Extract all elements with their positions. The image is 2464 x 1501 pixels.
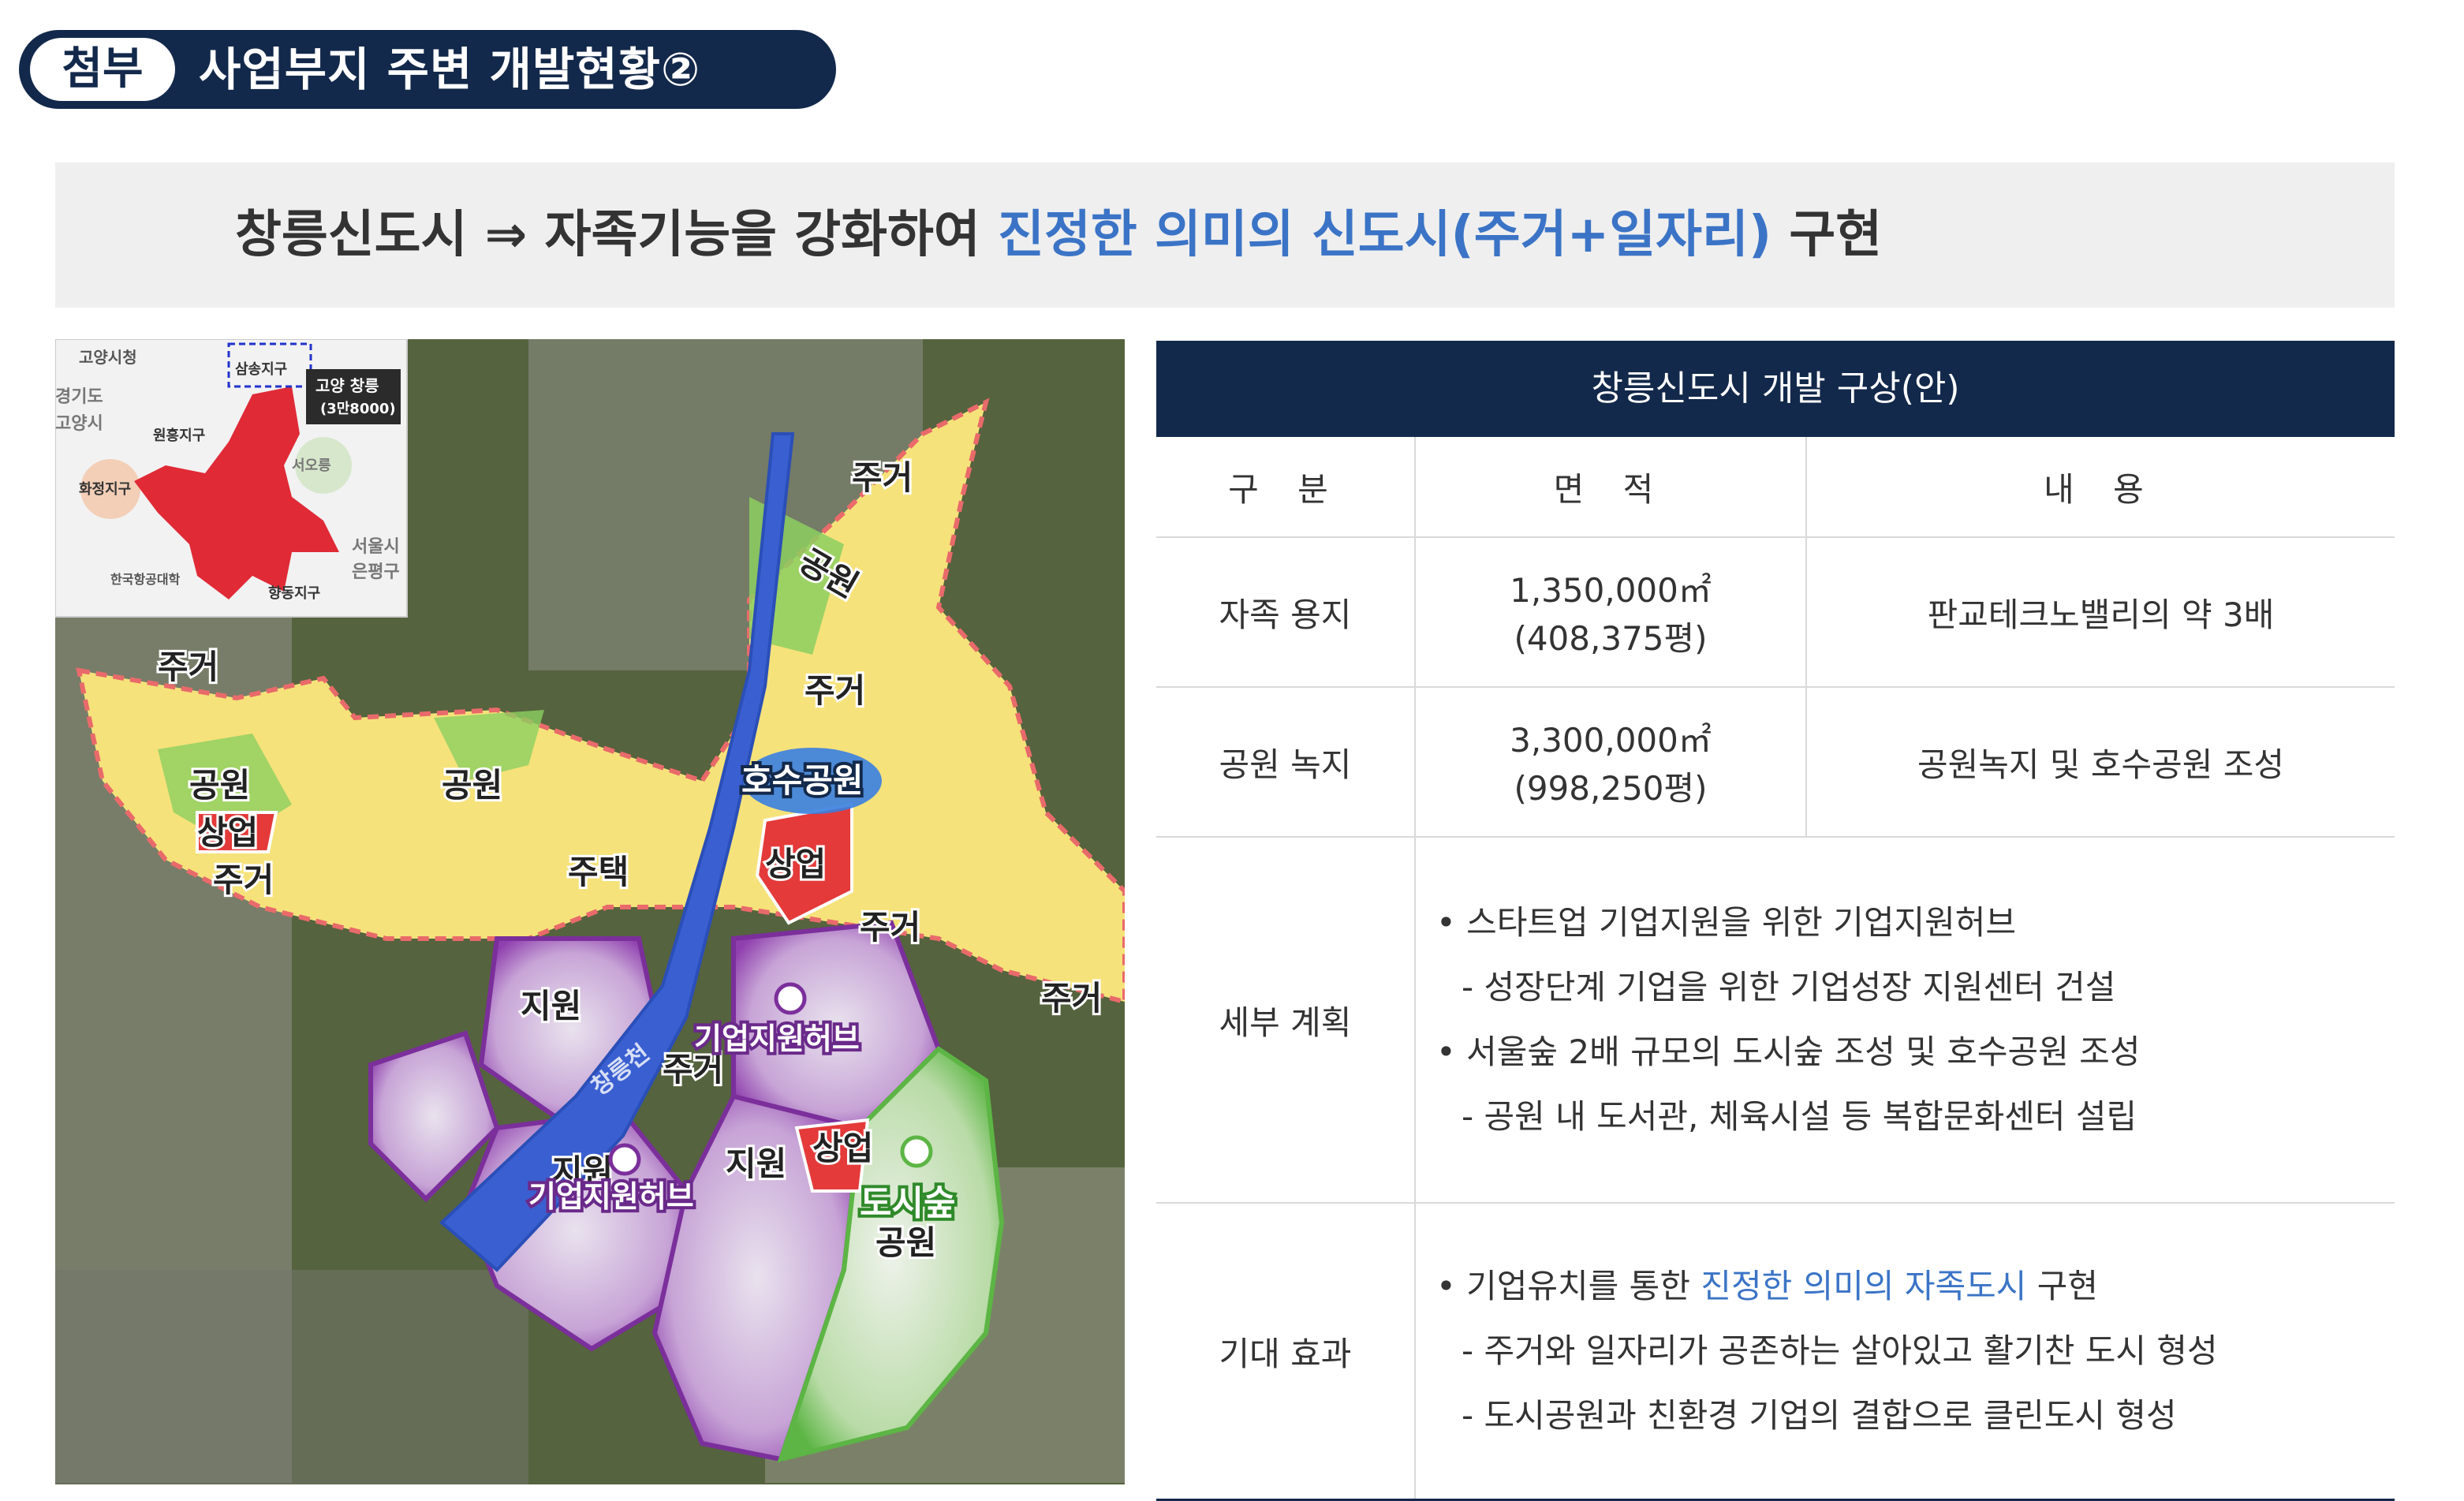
area-land-pyeong: (408,375평)	[1514, 619, 1708, 658]
area-land-sqm: 1,350,000㎡	[1510, 571, 1712, 610]
label-housing-4: 주거	[213, 861, 274, 899]
row-area-land: 1,350,000㎡ (408,375평)	[1414, 537, 1806, 688]
table-row: 자족 용지 1,350,000㎡ (408,375평) 판교테크노밸리의 약 3배	[1156, 537, 2395, 688]
inset-label-gyeonggi: 경기도	[55, 387, 103, 407]
urban-area-southwest	[55, 1270, 528, 1484]
area-park-sqm: 3,300,000㎡	[1510, 721, 1712, 760]
row-content-detail: • 스타트업 기업지원을 위한 기업지원허브 - 성장단계 기업을 위한 기업성…	[1414, 837, 2395, 1204]
effect-line-1-end: 구현	[2026, 1267, 2099, 1305]
row-label-effect: 기대 효과	[1156, 1203, 1415, 1501]
effect-line-3: - 도시공원과 친환경 기업의 결합으로 클린도시 형성	[1462, 1396, 2177, 1435]
label-city-forest: 도시숲	[860, 1183, 955, 1223]
label-commercial-1: 상업	[197, 813, 258, 852]
detail-line-2: - 성장단계 기업을 위한 기업성장 지원센터 건설	[1462, 968, 2116, 1006]
page-title: 사업부지 주변 개발현황②	[199, 43, 701, 96]
row-content-land: 판교테크노밸리의 약 3배	[1805, 537, 2395, 688]
forest-marker	[900, 1135, 933, 1168]
label-park-3: 공원	[442, 766, 502, 805]
plan-table: 구 분 면 적 내 용 자족 용지 1,350,000㎡ (408,375평) 판…	[1156, 437, 2395, 1501]
inset-label-aerospace-univ: 한국항공대학	[110, 572, 181, 587]
label-housing-1: 주거	[852, 458, 913, 497]
banner-text-part2: 구현	[1771, 206, 1883, 264]
label-support-2: 지원	[726, 1144, 786, 1183]
area-park-pyeong: (998,250평)	[1514, 769, 1708, 808]
label-house: 주택	[568, 853, 629, 891]
table-title: 창릉신도시 개발 구상(안)	[1156, 341, 2395, 437]
table-row: 기대 효과 • 기업유치를 통한 진정한 의미의 자족도시 구현 - 주거와 일…	[1156, 1203, 2395, 1501]
row-label-land: 자족 용지	[1156, 537, 1415, 688]
detail-line-1: • 스타트업 기업지원을 위한 기업지원허브	[1436, 903, 2017, 942]
label-park-2: 공원	[189, 766, 250, 805]
banner-text-part1: 창릉신도시 ⇒ 자족기능을 강화하여	[235, 206, 999, 264]
inset-label-seoul: 서울시	[352, 537, 400, 557]
effect-line-1: • 기업유치를 통한 진정한 의미의 자족도시 구현	[1436, 1254, 2394, 1319]
label-commercial-2: 상업	[765, 845, 826, 883]
development-plan-table: 창릉신도시 개발 구상(안) 구 분 면 적 내 용 자족 용지 1,350,0…	[1156, 341, 2395, 1501]
row-content-park: 공원녹지 및 호수공원 조성	[1805, 687, 2395, 838]
label-commercial-3: 상업	[812, 1129, 873, 1167]
hub-marker-1	[774, 982, 807, 1015]
label-housing-5: 주거	[860, 908, 920, 947]
banner-text: 창릉신도시 ⇒ 자족기능을 강화하여 진정한 의미의 신도시(주거+일자리) 구…	[235, 162, 1882, 308]
table-row: 세부 계획 • 스타트업 기업지원을 위한 기업지원허브 - 성장단계 기업을 …	[1156, 837, 2395, 1204]
effect-line-2: - 주거와 일자리가 공존하는 살아있고 활기찬 도시 형성	[1462, 1331, 2218, 1370]
col-content: 내 용	[1805, 437, 2395, 538]
label-housing-2: 주거	[805, 671, 865, 710]
col-category: 구 분	[1156, 437, 1415, 538]
inset-label-seooreung: 서오릉	[292, 457, 331, 474]
hub-marker-2	[608, 1143, 641, 1176]
row-label-detail: 세부 계획	[1156, 837, 1415, 1204]
row-area-park: 3,300,000㎡ (998,250평)	[1414, 687, 1806, 838]
banner-highlight: 진정한 의미의 신도시(주거+일자리)	[998, 206, 1772, 264]
row-content-effect: • 기업유치를 통한 진정한 의미의 자족도시 구현 - 주거와 일자리가 공존…	[1414, 1203, 2395, 1501]
label-park-4: 공원	[875, 1223, 936, 1262]
inset-label-samsong: 삼송지구	[235, 361, 287, 378]
detail-line-4: - 공원 내 도서관, 체육시설 등 복합문화센터 설립	[1462, 1097, 2137, 1136]
map-graphic: 고양시청 삼송지구 고양 창릉 (3만8000) 경기도 고양시 원흥지구 서오…	[55, 339, 1125, 1484]
row-label-park: 공원 녹지	[1156, 687, 1415, 838]
label-hub-2: 기업지원허브	[528, 1179, 694, 1214]
effect-line-1-start: • 기업유치를 통한	[1436, 1267, 1701, 1305]
inset-label-goyang: 고양시	[55, 414, 103, 434]
title-pill: 첨부 사업부지 주변 개발현황②	[19, 30, 836, 109]
col-area: 면 적	[1414, 437, 1806, 538]
inset-label-eunpyeong: 은평구	[352, 562, 400, 582]
label-hub-1: 기업지원허브	[694, 1021, 860, 1056]
inset-label-changneung: 고양 창릉	[315, 376, 379, 395]
inset-label-hwajeong: 화정지구	[79, 481, 131, 498]
inset-label-goyang-cityhall: 고양시청	[79, 348, 137, 367]
inset-label-units: (3만8000)	[320, 401, 396, 417]
column-header-row: 구 분 면 적 내 용	[1156, 437, 2395, 538]
attachment-tag: 첨부	[30, 38, 175, 101]
effect-line-1-highlight: 진정한 의미의 자족도시	[1701, 1267, 2027, 1305]
table-row: 공원 녹지 3,300,000㎡ (998,250평) 공원녹지 및 호수공원 조…	[1156, 687, 2395, 838]
label-housing-6: 주거	[1041, 979, 1102, 1017]
summary-banner: 창릉신도시 ⇒ 자족기능을 강화하여 진정한 의미의 신도시(주거+일자리) 구…	[55, 162, 2395, 308]
development-map: 고양시청 삼송지구 고양 창릉 (3만8000) 경기도 고양시 원흥지구 서오…	[55, 339, 1125, 1484]
inset-label-wonheung: 원흥지구	[153, 427, 205, 444]
label-lake-park: 호수공원	[741, 761, 864, 800]
inset-label-hyangdong: 향동지구	[268, 585, 320, 602]
detail-line-3: • 서울숲 2배 규모의 도시숲 조성 및 호수공원 조성	[1436, 1032, 2141, 1071]
label-housing-3: 주거	[158, 648, 218, 686]
label-support-1: 지원	[521, 987, 581, 1025]
